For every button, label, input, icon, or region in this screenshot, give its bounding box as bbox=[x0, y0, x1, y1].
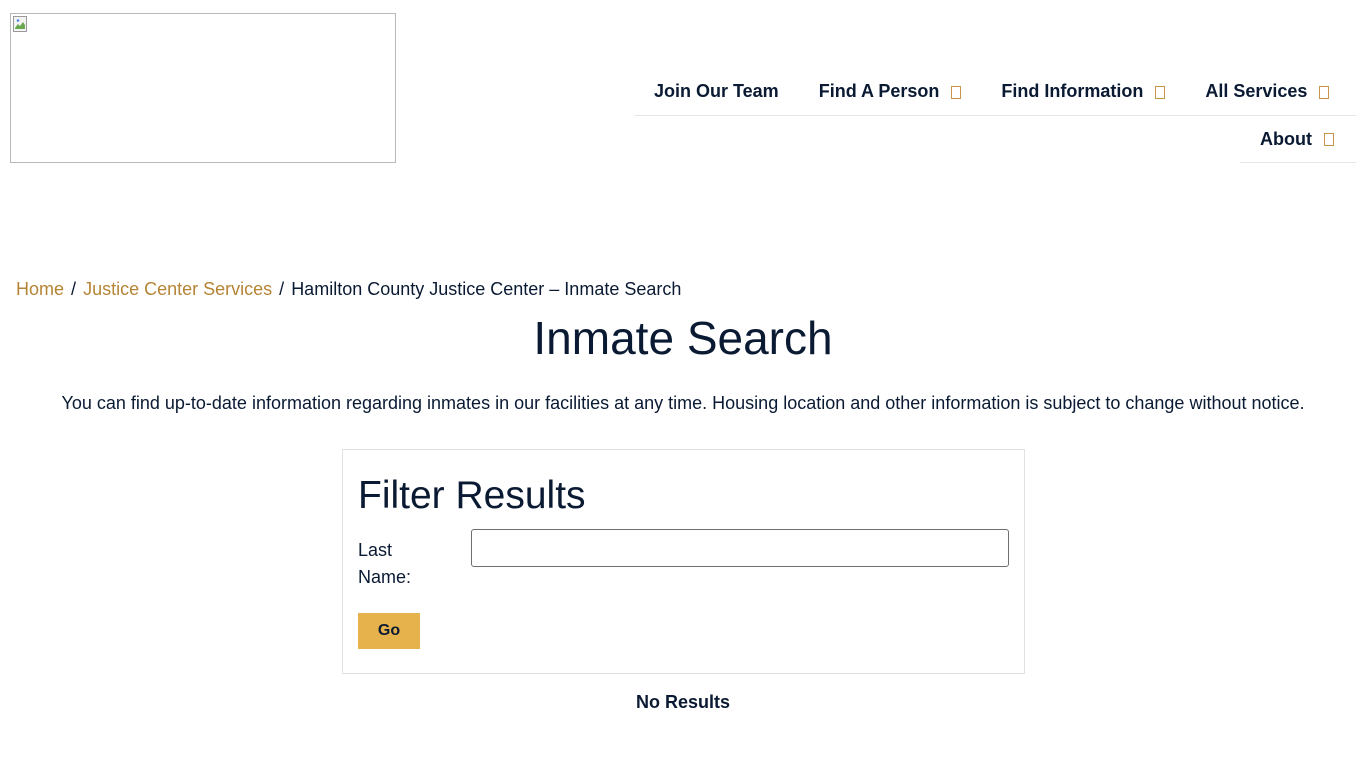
breadcrumb-services-link[interactable]: Justice Center Services bbox=[83, 279, 272, 299]
main-nav-row-1: Join Our Team Find A Person Find Informa… bbox=[634, 68, 1356, 116]
breadcrumb-separator: / bbox=[279, 279, 285, 299]
filter-panel: Filter Results Last Name: Go bbox=[342, 449, 1025, 674]
breadcrumb: Home / Justice Center Services / Hamilto… bbox=[16, 279, 681, 300]
breadcrumb-current: Hamilton County Justice Center – Inmate … bbox=[291, 279, 682, 299]
dropdown-caret-icon[interactable] bbox=[1319, 85, 1330, 99]
nav-item-join-our-team[interactable]: Join Our Team bbox=[634, 68, 799, 115]
last-name-input[interactable] bbox=[471, 529, 1009, 567]
last-name-label-line2: Name: bbox=[358, 567, 412, 587]
breadcrumb-separator: / bbox=[71, 279, 77, 299]
no-results-message: No Results bbox=[635, 692, 731, 712]
nav-item-label: All Services bbox=[1205, 81, 1308, 101]
page-title: Inmate Search bbox=[533, 312, 833, 364]
site-logo[interactable] bbox=[10, 13, 396, 163]
nav-item-find-a-person[interactable]: Find A Person bbox=[799, 68, 982, 115]
nav-item-label: Find Information bbox=[1001, 81, 1144, 101]
main-nav-row-2: About bbox=[1240, 116, 1356, 163]
intro-text: You can find up-to-date information rega… bbox=[61, 393, 1305, 413]
broken-image-icon bbox=[13, 16, 27, 32]
last-name-label-line1: Last bbox=[358, 540, 393, 560]
dropdown-caret-icon[interactable] bbox=[1323, 133, 1334, 146]
nav-item-label: About bbox=[1260, 128, 1312, 149]
dropdown-caret-icon[interactable] bbox=[1155, 85, 1166, 99]
last-name-label: Last Name: bbox=[358, 537, 438, 591]
nav-item-about[interactable]: About bbox=[1240, 116, 1354, 162]
dropdown-caret-icon[interactable] bbox=[951, 85, 962, 99]
nav-item-find-information[interactable]: Find Information bbox=[981, 68, 1185, 115]
breadcrumb-home-link[interactable]: Home bbox=[16, 279, 64, 299]
nav-item-label: Join Our Team bbox=[654, 81, 779, 101]
nav-item-label: Find A Person bbox=[818, 81, 940, 101]
go-button[interactable]: Go bbox=[358, 613, 420, 649]
nav-item-all-services[interactable]: All Services bbox=[1185, 68, 1349, 115]
filter-title: Filter Results bbox=[358, 474, 586, 517]
